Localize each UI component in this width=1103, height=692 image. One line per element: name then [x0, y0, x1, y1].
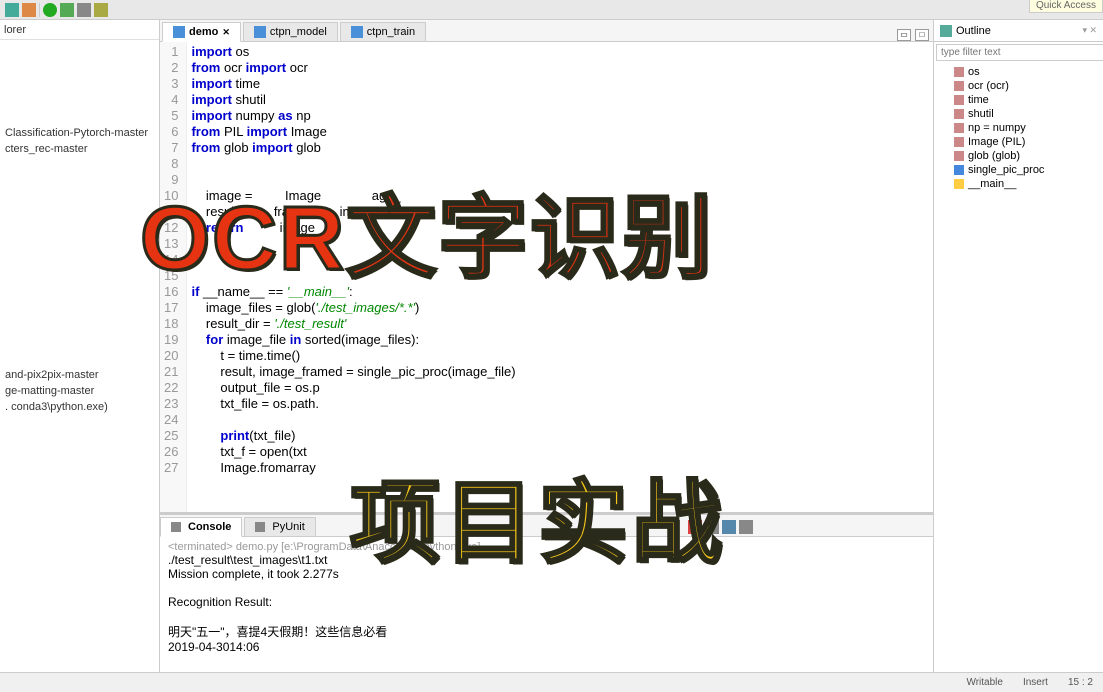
outline-item[interactable]: Image (PIL): [940, 135, 1097, 149]
project-explorer: lorer Classification-Pytorch-master cter…: [0, 20, 160, 672]
console-tab-icon: [255, 522, 265, 532]
terminated-label: <terminated> demo.py [e:\ProgramData\Ana…: [168, 541, 925, 553]
console-output[interactable]: <terminated> demo.py [e:\ProgramData\Ana…: [160, 537, 933, 672]
toolbar-icon[interactable]: [5, 3, 19, 17]
outline-item[interactable]: np = numpy: [940, 121, 1097, 135]
outline-panel: Outline ▾ ✕ osocr (ocr)timeshutilnp = nu…: [933, 20, 1103, 672]
console-tab-icon: [171, 522, 181, 532]
main-toolbar: [0, 0, 1103, 20]
outline-import-icon: [954, 95, 964, 105]
outline-import-icon: [954, 151, 964, 161]
outline-icon: [940, 25, 952, 37]
outline-filter-input[interactable]: [936, 44, 1103, 61]
outline-item[interactable]: single_pic_proc: [940, 163, 1097, 177]
console-dropdown-icon[interactable]: [739, 520, 753, 534]
python-file-icon: [254, 26, 266, 38]
outline-item[interactable]: ocr (ocr): [940, 79, 1097, 93]
outline-item[interactable]: time: [940, 93, 1097, 107]
outline-item[interactable]: __main__: [940, 177, 1097, 191]
status-insert: Insert: [1023, 677, 1048, 688]
project-item[interactable]: ge-matting-master: [5, 383, 154, 399]
explorer-title: lorer: [0, 20, 159, 40]
toolbar-icon[interactable]: [77, 3, 91, 17]
project-item[interactable]: cters_rec-master: [5, 141, 154, 157]
python-file-icon: [351, 26, 363, 38]
project-item[interactable]: Classification-Pytorch-master: [5, 125, 154, 141]
outline-main-icon: [954, 179, 964, 189]
console-panel: Console PyUnit <terminated> demo.py [e:\…: [160, 512, 933, 672]
outline-item[interactable]: os: [940, 65, 1097, 79]
outline-item[interactable]: glob (glob): [940, 149, 1097, 163]
status-bar: Writable Insert 15 : 2: [0, 672, 1103, 692]
console-pin-icon[interactable]: [705, 520, 719, 534]
quick-access-button[interactable]: Quick Access: [1029, 0, 1103, 13]
outline-import-icon: [954, 137, 964, 147]
python-file-icon: [173, 26, 185, 38]
minimize-icon[interactable]: ▭: [897, 29, 911, 41]
outline-tools[interactable]: ▾ ✕: [1082, 25, 1097, 36]
status-writable: Writable: [966, 677, 1003, 688]
outline-title: Outline: [956, 25, 991, 37]
maximize-icon[interactable]: □: [915, 29, 929, 41]
toolbar-icon[interactable]: [22, 3, 36, 17]
outline-import-icon: [954, 109, 964, 119]
console-tab-PyUnit[interactable]: PyUnit: [244, 517, 315, 536]
outline-import-icon: [954, 81, 964, 91]
clear-console-icon[interactable]: [688, 520, 702, 534]
editor-tab-ctpn_model[interactable]: ctpn_model: [243, 22, 338, 41]
outline-item[interactable]: shutil: [940, 107, 1097, 121]
editor-tab-ctpn_train[interactable]: ctpn_train: [340, 22, 426, 41]
editor-tabs: demo ✕ctpn_modelctpn_train ▭ □: [160, 20, 933, 42]
console-scroll-icon[interactable]: [722, 520, 736, 534]
run-icon[interactable]: [43, 3, 57, 17]
outline-func-icon: [954, 165, 964, 175]
console-tab-Console[interactable]: Console: [160, 517, 242, 537]
project-item[interactable]: . conda3\python.exe): [5, 399, 154, 415]
code-editor[interactable]: 1234567891011121314151617181920212223242…: [160, 42, 933, 512]
project-item[interactable]: and-pix2pix-master: [5, 367, 154, 383]
debug-icon[interactable]: [60, 3, 74, 17]
status-cursor-pos: 15 : 2: [1068, 677, 1093, 688]
editor-tab-demo[interactable]: demo ✕: [162, 22, 241, 42]
outline-import-icon: [954, 123, 964, 133]
outline-import-icon: [954, 67, 964, 77]
toolbar-icon[interactable]: [94, 3, 108, 17]
